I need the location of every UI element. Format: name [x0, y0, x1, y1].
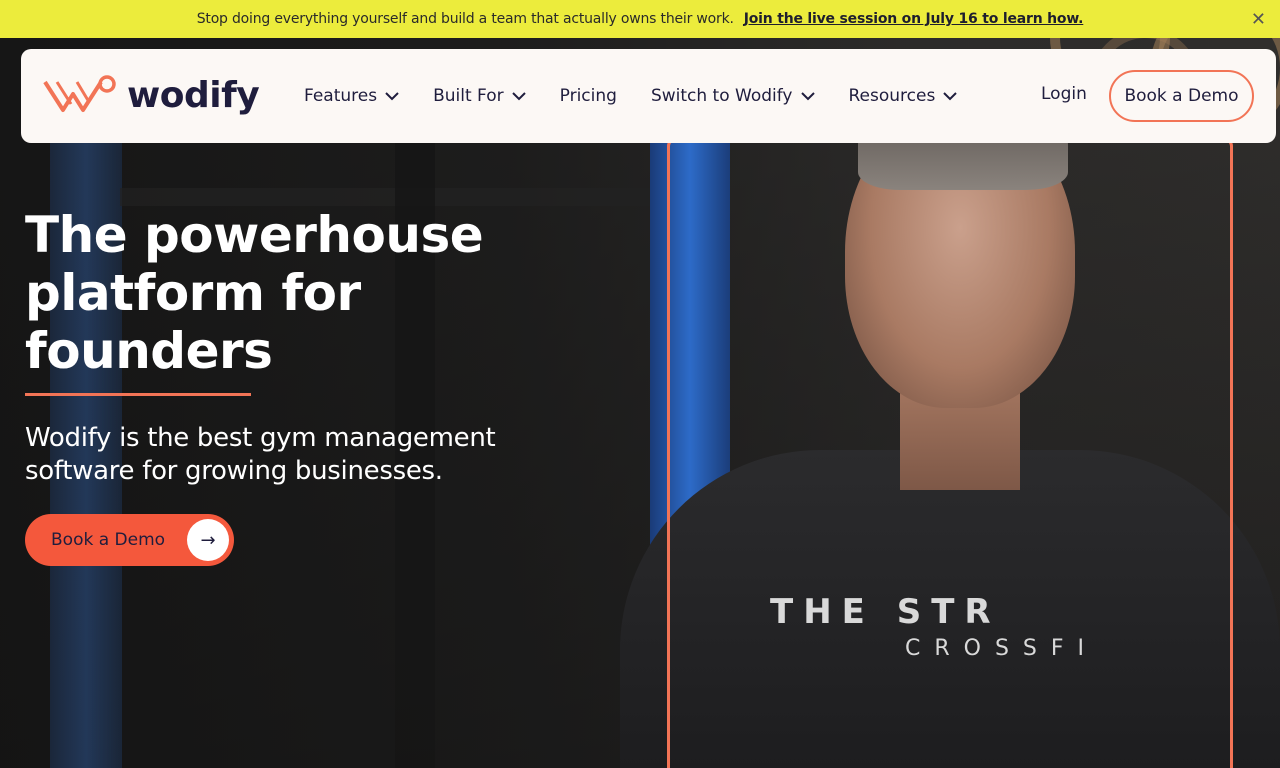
main-nav: wodify Features Built For Pricing Switch… — [21, 49, 1276, 143]
announcement-link[interactable]: Join the live session on July 16 to lear… — [744, 11, 1084, 27]
book-demo-hero-button[interactable]: Book a Demo → — [25, 514, 234, 566]
wodify-logo[interactable]: wodify — [43, 74, 260, 116]
hero-headline: The powerhouse platform for founders — [25, 206, 545, 380]
nav-item-label: Built For — [433, 86, 504, 106]
chevron-down-icon — [943, 91, 958, 100]
login-link[interactable]: Login — [1041, 84, 1087, 104]
cta-label: Book a Demo — [51, 530, 166, 550]
nav-item-features[interactable]: Features — [304, 86, 399, 106]
headline-underline — [25, 393, 251, 396]
nav-item-switch-to-wodify[interactable]: Switch to Wodify — [651, 86, 815, 106]
nav-item-label: Features — [304, 86, 378, 106]
wodify-logo-icon — [43, 75, 116, 112]
nav-item-built-for[interactable]: Built For — [433, 86, 526, 106]
announcement-text: Stop doing everything yourself and build… — [196, 11, 734, 27]
chevron-down-icon — [385, 91, 399, 100]
nav-menu: Features Built For Pricing Switch to Wod… — [304, 49, 991, 143]
nav-item-label: Switch to Wodify — [650, 86, 793, 106]
hero-subhead-line: Wodify is the best gym management — [25, 423, 496, 453]
hero-headline-line: founders — [25, 322, 273, 380]
nav-item-pricing[interactable]: Pricing — [560, 86, 617, 106]
chevron-down-icon — [511, 91, 526, 100]
book-demo-nav-button[interactable]: Book a Demo — [1109, 70, 1254, 122]
nav-item-label: Resources — [848, 86, 936, 106]
close-icon[interactable]: ✕ — [1251, 9, 1266, 30]
nav-item-label: Pricing — [559, 86, 617, 106]
hero-headline-line: platform for — [25, 264, 361, 322]
hero-subhead-line: software for growing businesses. — [25, 456, 443, 486]
hero-subhead: Wodify is the best gym management softwa… — [25, 422, 545, 488]
wodify-logo-text: wodify — [127, 74, 260, 116]
chevron-down-icon — [800, 91, 815, 100]
announcement-bar: Stop doing everything yourself and build… — [0, 0, 1280, 38]
hero-photo-frame — [667, 138, 1233, 768]
nav-item-resources[interactable]: Resources — [849, 86, 958, 106]
hero-headline-line: The powerhouse — [25, 206, 484, 264]
background-bar — [120, 188, 660, 206]
arrow-right-icon: → — [187, 519, 229, 561]
